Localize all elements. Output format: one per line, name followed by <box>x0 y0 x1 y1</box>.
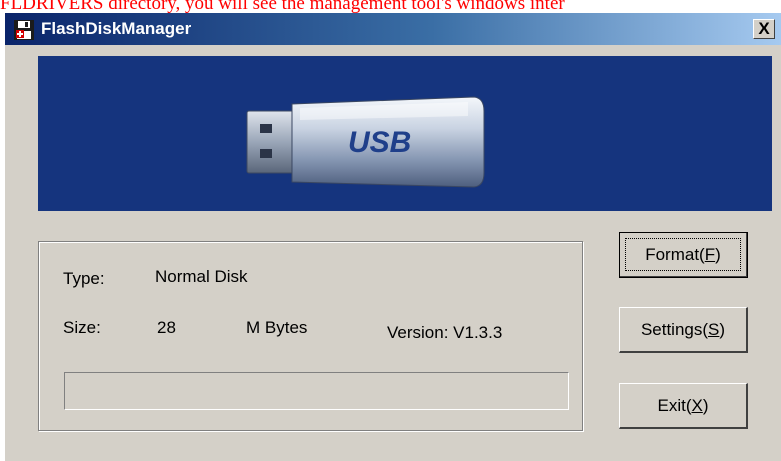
exit-button[interactable]: Exit(X) <box>619 383 748 429</box>
size-label: Size: <box>63 318 101 337</box>
format-progress-bar <box>64 372 569 410</box>
flashdiskmanager-window: FlashDiskManager X USB Type: Normal Disk… <box>5 13 781 461</box>
format-button[interactable]: Format(F) <box>619 232 748 278</box>
usb-label: USB <box>348 126 412 159</box>
type-label: Type: <box>63 269 105 288</box>
type-value: Normal Disk <box>155 267 248 286</box>
close-button[interactable]: X <box>753 19 775 39</box>
title-bar[interactable]: FlashDiskManager X <box>5 13 781 45</box>
size-unit: M Bytes <box>246 318 308 337</box>
settings-button[interactable]: Settings(S) <box>619 307 748 353</box>
floppy-disk-icon <box>14 20 34 40</box>
close-icon: X <box>758 19 770 38</box>
size-value: 28 <box>157 318 176 337</box>
window-title: FlashDiskManager <box>41 19 192 38</box>
format-button-label: Format(F) <box>645 244 721 264</box>
settings-button-label: Settings(S) <box>640 319 726 339</box>
usb-banner: USB <box>38 56 772 211</box>
version-text: Version: V1.3.3 <box>387 323 503 342</box>
disk-info-panel: Type: Normal Disk Size: 28 M Bytes Versi… <box>38 241 583 431</box>
exit-button-label: Exit(X) <box>657 395 709 415</box>
